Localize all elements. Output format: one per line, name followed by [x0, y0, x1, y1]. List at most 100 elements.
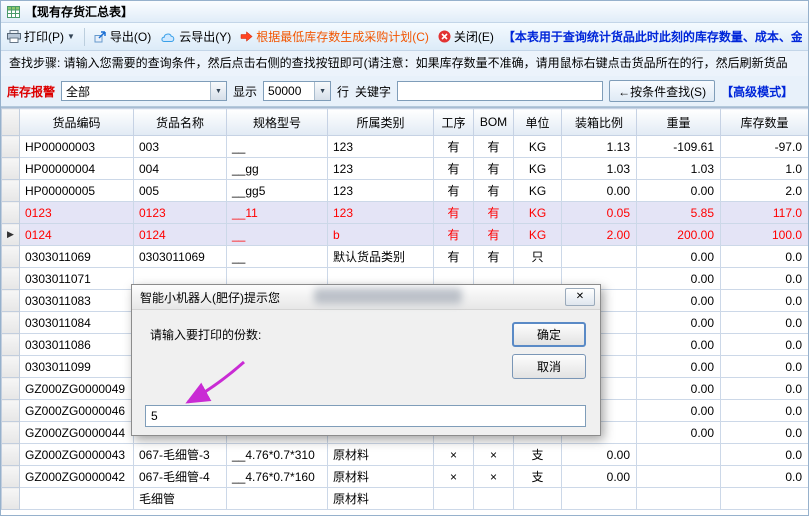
cell-weight[interactable]: 0.00: [637, 246, 721, 268]
table-row[interactable]: HP00000003003__123有有KG1.13-109.61-97.0: [2, 136, 809, 158]
cell-code[interactable]: GZ000ZG0000043: [20, 444, 134, 466]
cell-ratio[interactable]: 0.00: [562, 444, 637, 466]
cell-bom[interactable]: 有: [474, 136, 514, 158]
column-header[interactable]: 重量: [637, 109, 721, 136]
row-selector[interactable]: [2, 488, 20, 510]
cell-bom[interactable]: 有: [474, 180, 514, 202]
cell-process[interactable]: 有: [434, 180, 474, 202]
cell-weight[interactable]: -109.61: [637, 136, 721, 158]
cell-code[interactable]: 0303011086: [20, 334, 134, 356]
column-header[interactable]: 单位: [514, 109, 562, 136]
cell-spec[interactable]: __gg5: [227, 180, 328, 202]
row-selector[interactable]: [2, 444, 20, 466]
cell-name[interactable]: 067-毛细管-3: [134, 444, 227, 466]
column-header[interactable]: 货品编码: [20, 109, 134, 136]
cell-bom[interactable]: 有: [474, 202, 514, 224]
cell-process[interactable]: 有: [434, 202, 474, 224]
cell-weight[interactable]: 0.00: [637, 400, 721, 422]
cell-category[interactable]: 123: [328, 136, 434, 158]
cell-weight[interactable]: 0.00: [637, 334, 721, 356]
cell-ratio[interactable]: [562, 246, 637, 268]
cell-code[interactable]: GZ000ZG0000049: [20, 378, 134, 400]
cell-unit[interactable]: 只: [514, 246, 562, 268]
export-button[interactable]: 导出(O): [94, 28, 151, 45]
print-button[interactable]: 打印(P) ▼: [7, 28, 75, 45]
cell-qty[interactable]: 0.0: [721, 378, 809, 400]
row-selector[interactable]: [2, 158, 20, 180]
row-selector[interactable]: [2, 136, 20, 158]
cell-spec[interactable]: __4.76*0.7*310: [227, 444, 328, 466]
cell-process[interactable]: [434, 488, 474, 510]
cell-weight[interactable]: 0.00: [637, 356, 721, 378]
cell-code[interactable]: 0303011084: [20, 312, 134, 334]
cell-weight[interactable]: 0.00: [637, 290, 721, 312]
cell-process[interactable]: 有: [434, 136, 474, 158]
cell-code[interactable]: 0303011071: [20, 268, 134, 290]
cell-code[interactable]: 0123: [20, 202, 134, 224]
cell-weight[interactable]: [637, 466, 721, 488]
cell-ratio[interactable]: [562, 488, 637, 510]
cell-spec[interactable]: __: [227, 246, 328, 268]
cell-category[interactable]: b: [328, 224, 434, 246]
cell-qty[interactable]: 0.0: [721, 400, 809, 422]
cell-qty[interactable]: 0.0: [721, 444, 809, 466]
cell-qty[interactable]: 0.0: [721, 268, 809, 290]
cell-process[interactable]: 有: [434, 158, 474, 180]
cell-qty[interactable]: 0.0: [721, 356, 809, 378]
row-selector[interactable]: [2, 378, 20, 400]
cell-name[interactable]: 003: [134, 136, 227, 158]
cell-qty[interactable]: 100.0: [721, 224, 809, 246]
cell-name[interactable]: 0124: [134, 224, 227, 246]
column-header[interactable]: 装箱比例: [562, 109, 637, 136]
cell-qty[interactable]: 1.0: [721, 158, 809, 180]
cell-weight[interactable]: 0.00: [637, 312, 721, 334]
cell-process[interactable]: 有: [434, 224, 474, 246]
cell-code[interactable]: 0303011069: [20, 246, 134, 268]
cloud-export-button[interactable]: 云导出(Y): [160, 28, 231, 45]
cell-bom[interactable]: 有: [474, 158, 514, 180]
cell-weight[interactable]: 5.85: [637, 202, 721, 224]
column-header[interactable]: 规格型号: [227, 109, 328, 136]
cell-qty[interactable]: 0.0: [721, 422, 809, 444]
cell-name[interactable]: 0123: [134, 202, 227, 224]
row-count-select[interactable]: 50000 ▼: [263, 81, 331, 101]
table-row[interactable]: GZ000ZG0000043067-毛细管-3__4.76*0.7*310原材料…: [2, 444, 809, 466]
cell-qty[interactable]: 0.0: [721, 334, 809, 356]
cell-code[interactable]: HP00000004: [20, 158, 134, 180]
cell-qty[interactable]: -97.0: [721, 136, 809, 158]
cell-unit[interactable]: KG: [514, 224, 562, 246]
row-selector[interactable]: [2, 356, 20, 378]
column-header[interactable]: 工序: [434, 109, 474, 136]
cell-unit[interactable]: KG: [514, 158, 562, 180]
cell-weight[interactable]: [637, 444, 721, 466]
column-header[interactable]: BOM: [474, 109, 514, 136]
row-selector[interactable]: [2, 334, 20, 356]
cell-spec[interactable]: __4.76*0.7*160: [227, 466, 328, 488]
cell-code[interactable]: 0303011099: [20, 356, 134, 378]
advanced-mode-link[interactable]: 【高级模式】: [721, 83, 793, 100]
copies-input[interactable]: [145, 405, 586, 427]
row-selector[interactable]: [2, 180, 20, 202]
row-selector[interactable]: [2, 400, 20, 422]
cell-spec[interactable]: __: [227, 224, 328, 246]
cell-qty[interactable]: 2.0: [721, 180, 809, 202]
cell-ratio[interactable]: 2.00: [562, 224, 637, 246]
cell-code[interactable]: 0303011083: [20, 290, 134, 312]
table-row[interactable]: 毛细管原材料: [2, 488, 809, 510]
cell-code[interactable]: GZ000ZG0000042: [20, 466, 134, 488]
cell-unit[interactable]: 支: [514, 444, 562, 466]
cell-qty[interactable]: 0.0: [721, 246, 809, 268]
cell-code[interactable]: GZ000ZG0000044: [20, 422, 134, 444]
table-row[interactable]: ▶01240124__b有有KG2.00200.00100.0: [2, 224, 809, 246]
cell-category[interactable]: 123: [328, 180, 434, 202]
cell-code[interactable]: HP00000003: [20, 136, 134, 158]
column-header[interactable]: 货品名称: [134, 109, 227, 136]
row-selector[interactable]: [2, 202, 20, 224]
dialog-close-button[interactable]: ✕: [565, 288, 595, 306]
row-selector[interactable]: [2, 312, 20, 334]
row-selector[interactable]: [2, 290, 20, 312]
cell-bom[interactable]: 有: [474, 246, 514, 268]
cell-process[interactable]: 有: [434, 246, 474, 268]
cell-weight[interactable]: [637, 488, 721, 510]
cell-category[interactable]: 123: [328, 202, 434, 224]
